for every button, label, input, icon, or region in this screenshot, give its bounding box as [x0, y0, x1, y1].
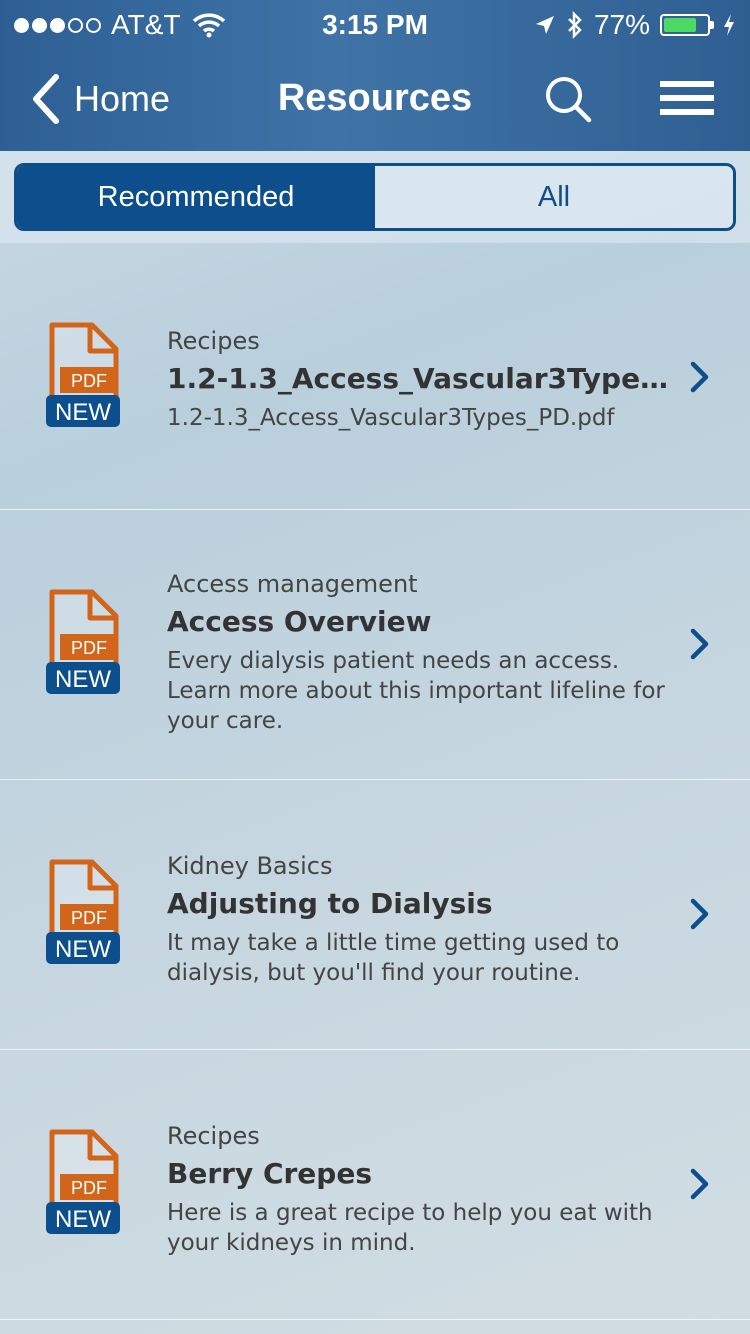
segmented-control: Recommended All: [14, 163, 736, 231]
charging-bolt-icon: [724, 14, 734, 36]
svg-text:NEW: NEW: [55, 666, 111, 693]
search-icon: [546, 77, 592, 123]
pdf-new-icon: PDF NEW: [46, 322, 120, 427]
search-button[interactable]: [543, 74, 593, 128]
resource-title: Adjusting to Dialysis: [167, 887, 493, 920]
pdf-new-icon: PDF NEW: [46, 859, 120, 964]
menu-button[interactable]: [660, 78, 714, 122]
list-item[interactable]: PDF NEW Access management Access Overvie…: [0, 510, 750, 780]
resource-category: Recipes: [167, 1122, 260, 1150]
pdf-new-icon: PDF NEW: [46, 589, 120, 694]
svg-text:NEW: NEW: [55, 936, 111, 963]
location-arrow-icon: [535, 16, 554, 34]
resource-category: Kidney Basics: [167, 852, 333, 880]
battery-percent: 77%: [593, 9, 650, 40]
list-item[interactable]: PDF NEW Recipes Berry Crepes Here is a g…: [0, 1050, 750, 1320]
svg-text:NEW: NEW: [55, 399, 111, 426]
resource-description: Every dialysis patient needs an access. …: [167, 648, 665, 734]
svg-text:NEW: NEW: [55, 1206, 111, 1233]
pdf-new-icon: PDF NEW: [46, 1129, 120, 1234]
header: AT&T 3:15 PM 77% Home Resources: [0, 0, 750, 151]
tab-recommended[interactable]: Recommended: [17, 166, 375, 228]
resource-category: Access management: [167, 570, 418, 598]
resource-description: It may take a little time getting used t…: [167, 930, 620, 986]
resource-text: Recipes 1.2-1.3_Access_Vascular3Types_PD…: [167, 323, 677, 433]
list-item[interactable]: PDF NEW Recipes 1.2-1.3_Access_Vascular3…: [0, 243, 750, 510]
resource-description: Here is a great recipe to help you eat w…: [167, 1200, 653, 1256]
resource-title: 1.2-1.3_Access_Vascular3Types_PD.pdf: [167, 362, 677, 395]
svg-text:PDF: PDF: [71, 1178, 107, 1198]
tab-all[interactable]: All: [375, 166, 733, 228]
hamburger-menu-icon: [660, 81, 714, 115]
resource-list: PDF NEW Recipes 1.2-1.3_Access_Vascular3…: [0, 243, 750, 1320]
list-item[interactable]: PDF NEW Kidney Basics Adjusting to Dialy…: [0, 780, 750, 1050]
chevron-right-icon: [690, 628, 709, 660]
chevron-right-icon: [690, 898, 709, 930]
resource-text: Access management Access Overview Every …: [167, 566, 677, 736]
resource-title: Berry Crepes: [167, 1157, 372, 1190]
bluetooth-icon: [568, 11, 582, 39]
svg-text:PDF: PDF: [71, 371, 107, 391]
segment-bar: Recommended All: [0, 151, 750, 243]
resource-description: 1.2-1.3_Access_Vascular3Types_PD.pdf: [167, 405, 615, 431]
svg-text:PDF: PDF: [71, 638, 107, 658]
status-right-group: 77%: [534, 9, 736, 41]
svg-text:PDF: PDF: [71, 908, 107, 928]
page-title: Resources: [277, 77, 473, 119]
chevron-right-icon: [690, 1168, 709, 1200]
chevron-right-icon: [690, 361, 709, 393]
battery-icon: [660, 14, 714, 36]
battery-level: [664, 18, 697, 32]
resource-text: Kidney Basics Adjusting to Dialysis It m…: [167, 848, 677, 988]
resource-title: Access Overview: [167, 605, 432, 638]
resource-text: Recipes Berry Crepes Here is a great rec…: [167, 1118, 677, 1258]
resource-category: Recipes: [167, 327, 260, 355]
navigation-bar: Home Resources: [0, 50, 750, 151]
status-bar: AT&T 3:15 PM 77%: [0, 0, 750, 50]
